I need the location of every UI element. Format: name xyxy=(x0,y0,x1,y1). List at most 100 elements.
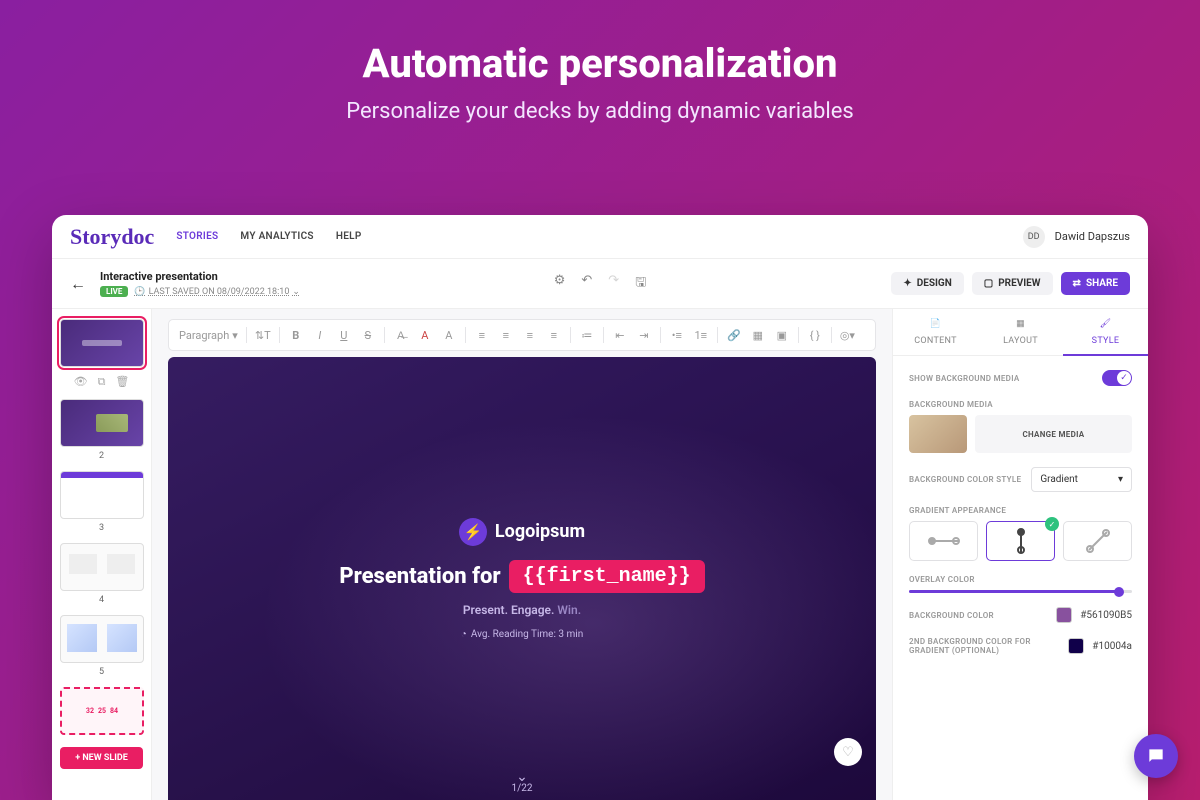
outdent-icon[interactable]: ⇥ xyxy=(636,329,652,342)
tab-layout[interactable]: ▦ LAYOUT xyxy=(978,309,1063,355)
tagline[interactable]: Present. Engage. Win. xyxy=(339,603,704,617)
code-icon[interactable]: { } xyxy=(807,329,823,342)
duplicate-icon[interactable]: ⧉ xyxy=(98,375,106,389)
align-left-icon[interactable]: ≡ xyxy=(474,329,490,342)
editor: Paragraph ▾ ⇅T B I U S A̶ A A ≡ ≡ ≡ ≡ ≔ xyxy=(152,309,892,800)
variable-chip[interactable]: {{first_name}} xyxy=(509,560,705,593)
style-icon: 🖌 xyxy=(1099,319,1113,333)
slide-canvas[interactable]: ⚡ Logoipsum Presentation for {{first_nam… xyxy=(168,357,876,800)
redo-icon[interactable]: ↷ xyxy=(608,273,619,295)
logo-text: Logoipsum xyxy=(495,521,585,542)
list-num-icon[interactable]: 1≡ xyxy=(693,329,709,342)
video-icon[interactable]: ▣ xyxy=(774,329,790,342)
slide-number-5: 5 xyxy=(60,667,143,677)
slide-number-4: 4 xyxy=(60,595,143,605)
nav-analytics[interactable]: MY ANALYTICS xyxy=(240,231,313,242)
bg2-color-hex[interactable]: #10004a xyxy=(1092,641,1132,652)
chat-button[interactable] xyxy=(1134,734,1178,778)
slide-thumb-stats[interactable]: 322584 xyxy=(60,687,144,735)
bg-color-swatch[interactable] xyxy=(1056,607,1072,623)
nav-stories[interactable]: STORIES xyxy=(176,231,218,242)
check-icon: ✓ xyxy=(1045,517,1059,531)
indent-icon[interactable]: ⇤ xyxy=(612,329,628,342)
chevron-down-icon: ▾ xyxy=(1118,474,1123,485)
hero-subtitle: Personalize your decks by adding dynamic… xyxy=(0,99,1200,124)
bg-color-hex[interactable]: #561090B5 xyxy=(1080,610,1132,621)
favorite-button[interactable]: ♡ xyxy=(834,738,862,766)
text-color-icon[interactable]: A xyxy=(417,329,433,342)
top-nav: Storydoc STORIES MY ANALYTICS HELP DD Da… xyxy=(52,215,1148,259)
slide-thumb-3[interactable] xyxy=(60,471,144,519)
back-button[interactable]: ← xyxy=(70,274,86,294)
new-slide-button[interactable]: + NEW SLIDE xyxy=(60,747,143,769)
bg-color-style-label: BACKGROUND COLOR STYLE xyxy=(909,475,1021,484)
link-icon: ⇄ xyxy=(1073,278,1081,289)
delete-icon[interactable]: 🗑 xyxy=(115,375,129,389)
preview-button[interactable]: ▢PREVIEW xyxy=(972,272,1053,295)
font-size-icon[interactable]: ⇅T xyxy=(255,329,271,342)
visibility-icon[interactable]: 👁 xyxy=(74,375,88,389)
share-button[interactable]: ⇄SHARE xyxy=(1061,272,1130,295)
list-ol-icon[interactable]: ≔ xyxy=(579,329,595,342)
bg-color-style-select[interactable]: Gradient▾ xyxy=(1031,467,1132,492)
gradient-opt-horizontal[interactable] xyxy=(909,521,978,561)
paragraph-dropdown[interactable]: Paragraph ▾ xyxy=(179,329,238,342)
settings-icon[interactable]: ⚙ xyxy=(554,273,566,295)
meta-bar: ← Interactive presentation LIVE 🕒LAST SA… xyxy=(52,259,1148,309)
page-indicator: 1/22 xyxy=(168,783,876,794)
align-right-icon[interactable]: ≡ xyxy=(522,329,538,342)
presentation-title[interactable]: Interactive presentation xyxy=(100,270,300,283)
chat-icon xyxy=(1146,746,1166,766)
reading-time: ◔ Avg. Reading Time: 3 min xyxy=(339,629,704,640)
tab-content[interactable]: 📄 CONTENT xyxy=(893,309,978,355)
live-badge: LIVE xyxy=(100,286,128,297)
hero-title: Automatic personalization xyxy=(0,40,1200,87)
align-center-icon[interactable]: ≡ xyxy=(498,329,514,342)
slide-number-3: 3 xyxy=(60,523,143,533)
strike-icon[interactable]: S xyxy=(360,329,376,342)
slide-thumb-2[interactable] xyxy=(60,399,144,447)
bg2-color-label: 2ND BACKGROUND COLOR FOR GRADIENT (OPTIO… xyxy=(909,637,1058,655)
show-bg-media-label: SHOW BACKGROUND MEDIA xyxy=(909,374,1020,383)
bg-color-label: BACKGROUND COLOR xyxy=(909,611,994,620)
slide-thumb-1[interactable] xyxy=(60,319,144,367)
brand-logo[interactable]: Storydoc xyxy=(70,224,154,250)
show-bg-media-toggle[interactable] xyxy=(1102,370,1132,386)
tab-style[interactable]: 🖌 STYLE xyxy=(1063,309,1148,356)
bg-media-thumb[interactable] xyxy=(909,415,967,453)
link-icon[interactable]: 🔗 xyxy=(726,329,742,342)
bold-icon[interactable]: B xyxy=(288,329,304,342)
chevron-down-icon: ▾ xyxy=(232,329,238,342)
slide-thumb-5[interactable] xyxy=(60,615,144,663)
presentation-heading[interactable]: Presentation for {{first_name}} xyxy=(339,560,704,593)
design-button[interactable]: ✦DESIGN xyxy=(891,272,963,295)
gradient-opt-vertical[interactable]: ✓ xyxy=(986,521,1055,561)
format-toolbar: Paragraph ▾ ⇅T B I U S A̶ A A ≡ ≡ ≡ ≡ ≔ xyxy=(168,319,876,351)
app-window: Storydoc STORIES MY ANALYTICS HELP DD Da… xyxy=(52,215,1148,800)
last-saved[interactable]: 🕒LAST SAVED ON 08/09/2022 18:10 ⌄ xyxy=(134,287,300,297)
bg-media-label: BACKGROUND MEDIA xyxy=(909,400,1132,409)
slide-thumb-4[interactable] xyxy=(60,543,144,591)
monitor-icon: ▢ xyxy=(984,278,993,289)
chevron-down-icon: ⌄ xyxy=(292,287,300,297)
underline-icon[interactable]: U xyxy=(336,329,352,342)
bg2-color-swatch[interactable] xyxy=(1068,638,1084,654)
save-icon[interactable]: 🖫 xyxy=(635,273,646,295)
change-media-button[interactable]: CHANGE MEDIA xyxy=(975,415,1132,453)
more-dropdown[interactable]: ◎▾ xyxy=(840,329,856,342)
layout-icon: ▦ xyxy=(1014,319,1028,333)
nav-help[interactable]: HELP xyxy=(336,231,362,242)
italic-icon[interactable]: I xyxy=(312,329,328,342)
gradient-opt-diagonal[interactable] xyxy=(1063,521,1132,561)
overlay-slider[interactable] xyxy=(909,590,1132,593)
gradient-appearance-label: GRADIENT APPEARANCE xyxy=(909,506,1132,515)
clear-format-icon[interactable]: A̶ xyxy=(393,329,409,342)
user-name[interactable]: Dawid Dapszus xyxy=(1055,230,1130,243)
avatar[interactable]: DD xyxy=(1023,226,1045,248)
image-icon[interactable]: ▦ xyxy=(750,329,766,342)
align-justify-icon[interactable]: ≡ xyxy=(546,329,562,342)
inspector-panel: 📄 CONTENT ▦ LAYOUT 🖌 STYLE SHOW BACKGROU… xyxy=(892,309,1148,800)
undo-icon[interactable]: ↶ xyxy=(581,273,592,295)
list-ul-icon[interactable]: •≡ xyxy=(669,329,685,342)
highlight-icon[interactable]: A xyxy=(441,329,457,342)
